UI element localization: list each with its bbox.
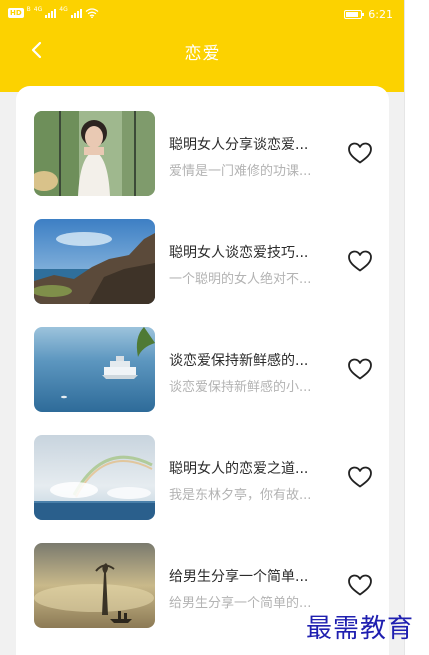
article-thumbnail	[34, 543, 155, 628]
article-thumbnail	[34, 327, 155, 412]
article-list: 聪明女人分享谈恋爱... 爱情是一门难修的功课... 聪明女人谈恋爱技巧... …	[16, 86, 389, 655]
list-item[interactable]: 聪明女人的恋爱之道... 我是东林夕亭，你有故...	[16, 410, 389, 520]
page-title: 恋爱	[184, 44, 221, 64]
app-screen: HD B 4G 4G 6:21 恋爱 聪明女人分享谈恋爱... 爱情是一门难修的…	[0, 0, 405, 655]
article-thumbnail	[34, 219, 155, 304]
list-item[interactable]: 聪明女人分享谈恋爱... 爱情是一门难修的功课...	[16, 86, 389, 196]
article-title: 聪明女人谈恋爱技巧...	[169, 245, 309, 261]
heart-outline-icon	[348, 574, 372, 596]
article-title: 给男生分享一个简单...	[169, 569, 309, 585]
heart-outline-icon	[348, 142, 372, 164]
article-thumbnail	[34, 435, 155, 520]
heart-outline-icon	[348, 466, 372, 488]
signal-icon	[45, 8, 57, 18]
hd-subscript: B	[26, 6, 31, 13]
article-excerpt: 爱情是一门难修的功课...	[169, 164, 312, 179]
article-title: 聪明女人分享谈恋爱...	[169, 137, 309, 153]
network-type-2: 4G	[59, 6, 68, 13]
article-title: 谈恋爱保持新鲜感的...	[169, 353, 309, 369]
favorite-button[interactable]	[347, 357, 373, 381]
signal-icon	[70, 8, 82, 18]
status-time: 6:21	[368, 8, 393, 21]
hd-badge: HD	[8, 8, 24, 18]
battery-level	[346, 12, 359, 17]
heart-outline-icon	[348, 358, 372, 380]
status-bar: HD B 4G 4G 6:21	[0, 0, 404, 28]
article-title: 聪明女人的恋爱之道...	[169, 461, 309, 477]
network-type-1: 4G	[33, 6, 43, 13]
favorite-button[interactable]	[347, 249, 373, 273]
list-item[interactable]: 聪明女人谈恋爱技巧... 一个聪明的女人绝对不...	[16, 194, 389, 304]
favorite-button[interactable]	[347, 573, 373, 597]
wifi-icon	[85, 8, 99, 18]
battery-icon	[344, 10, 365, 19]
navigation-bar: 恋爱	[0, 28, 404, 72]
article-excerpt: 谈恋爱保持新鲜感的小...	[169, 380, 312, 395]
favorite-button[interactable]	[347, 465, 373, 489]
watermark-text: 最需教育	[306, 614, 415, 644]
article-excerpt: 一个聪明的女人绝对不...	[169, 272, 312, 287]
favorite-button[interactable]	[347, 141, 373, 165]
list-item[interactable]: 谈恋爱保持新鲜感的... 谈恋爱保持新鲜感的小...	[16, 302, 389, 412]
article-excerpt: 我是东林夕亭，你有故...	[169, 488, 312, 503]
article-thumbnail	[34, 111, 155, 196]
heart-outline-icon	[348, 250, 372, 272]
